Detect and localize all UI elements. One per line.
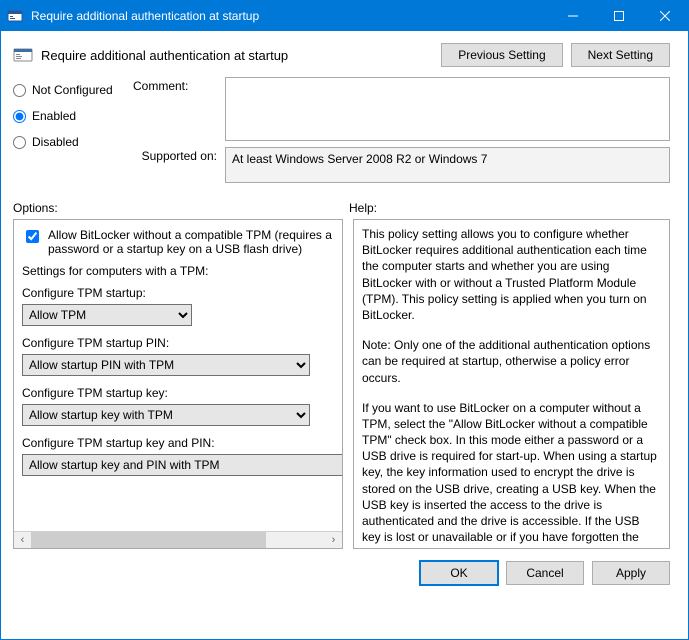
tpm-startup-key-select[interactable]: Allow startup key with TPM (22, 404, 310, 426)
options-section-label: Options: (13, 201, 58, 215)
policy-title: Require additional authentication at sta… (41, 48, 288, 63)
state-radio-group: Not Configured Enabled Disabled (13, 77, 133, 189)
comment-input[interactable] (225, 77, 670, 141)
options-horizontal-scrollbar[interactable]: ‹ › (14, 531, 342, 548)
tpm-startup-pin-select[interactable]: Allow startup PIN with TPM (22, 354, 310, 376)
radio-not-configured[interactable]: Not Configured (13, 83, 133, 97)
tpm-startup-key-label: Configure TPM startup key: (22, 386, 332, 400)
minimize-button[interactable] (550, 1, 596, 31)
radio-enabled-input[interactable] (13, 110, 26, 123)
options-pane: Allow BitLocker without a compatible TPM… (13, 219, 343, 549)
header: Require additional authentication at sta… (1, 31, 688, 77)
scroll-thumb[interactable] (31, 532, 266, 548)
supported-on-value: At least Windows Server 2008 R2 or Windo… (225, 147, 670, 183)
policy-icon (13, 45, 33, 65)
radio-not-configured-input[interactable] (13, 84, 26, 97)
radio-disabled-label: Disabled (32, 135, 79, 149)
close-button[interactable] (642, 1, 688, 31)
app-icon (7, 8, 23, 24)
allow-no-tpm-label: Allow BitLocker without a compatible TPM… (48, 228, 332, 256)
allow-no-tpm-checkbox[interactable] (26, 230, 39, 243)
tpm-startup-select[interactable]: Allow TPM (22, 304, 192, 326)
help-pane[interactable]: This policy setting allows you to config… (353, 219, 670, 549)
next-setting-button[interactable]: Next Setting (571, 43, 670, 67)
supported-on-label: Supported on: (133, 147, 217, 163)
tpm-startup-pin-label: Configure TPM startup PIN: (22, 336, 332, 350)
maximize-button[interactable] (596, 1, 642, 31)
radio-disabled-input[interactable] (13, 136, 26, 149)
title-bar: Require additional authentication at sta… (1, 1, 688, 31)
radio-enabled-label: Enabled (32, 109, 76, 123)
radio-enabled[interactable]: Enabled (13, 109, 133, 123)
window-title: Require additional authentication at sta… (31, 9, 550, 23)
help-paragraph: This policy setting allows you to config… (362, 226, 661, 323)
tpm-startup-label: Configure TPM startup: (22, 286, 332, 300)
footer: OK Cancel Apply (1, 549, 688, 597)
allow-no-tpm-row[interactable]: Allow BitLocker without a compatible TPM… (22, 228, 332, 256)
scroll-left-icon[interactable]: ‹ (14, 532, 31, 548)
ok-button[interactable]: OK (420, 561, 498, 585)
tpm-startup-keypin-label: Configure TPM startup key and PIN: (22, 436, 332, 450)
comment-label: Comment: (133, 77, 217, 93)
apply-button[interactable]: Apply (592, 561, 670, 585)
tpm-settings-heading: Settings for computers with a TPM: (22, 264, 332, 278)
radio-disabled[interactable]: Disabled (13, 135, 133, 149)
tpm-startup-keypin-select[interactable]: Allow startup key and PIN with TPM (22, 454, 342, 476)
scroll-right-icon[interactable]: › (325, 532, 342, 548)
help-section-label: Help: (349, 201, 377, 215)
previous-setting-button[interactable]: Previous Setting (441, 43, 562, 67)
cancel-button[interactable]: Cancel (506, 561, 584, 585)
help-paragraph: Note: Only one of the additional authent… (362, 337, 661, 386)
help-paragraph: If you want to use BitLocker on a comput… (362, 400, 661, 549)
radio-not-configured-label: Not Configured (32, 83, 113, 97)
